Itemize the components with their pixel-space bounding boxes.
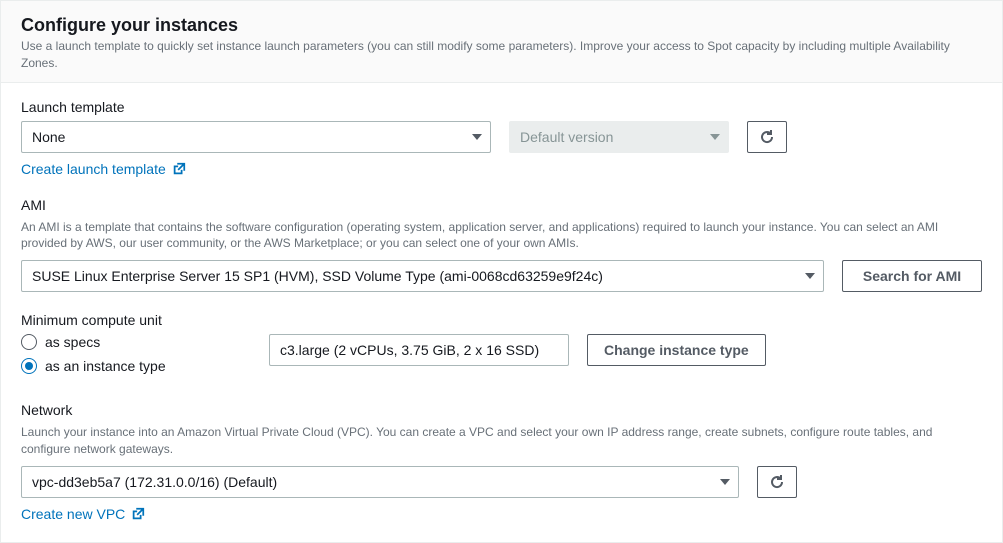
ami-description: An AMI is a template that contains the s… — [21, 219, 982, 253]
radio-icon-checked — [21, 358, 37, 374]
launch-template-section: Launch template None Default version — [21, 99, 982, 177]
radio-as-instance-label: as an instance type — [45, 358, 166, 374]
refresh-launch-template-button[interactable] — [747, 121, 787, 153]
create-launch-template-link[interactable]: Create launch template — [21, 161, 186, 177]
compute-label: Minimum compute unit — [21, 312, 982, 328]
search-ami-label: Search for AMI — [863, 268, 961, 284]
change-instance-type-label: Change instance type — [604, 342, 749, 358]
configure-instances-panel: Configure your instances Use a launch te… — [0, 0, 1003, 543]
panel-title: Configure your instances — [21, 15, 982, 36]
launch-template-value: None — [32, 129, 65, 145]
create-vpc-label: Create new VPC — [21, 506, 125, 522]
chevron-down-icon — [805, 273, 815, 279]
radio-icon — [21, 334, 37, 350]
network-description: Launch your instance into an Amazon Virt… — [21, 424, 982, 458]
network-value: vpc-dd3eb5a7 (172.31.0.0/16) (Default) — [32, 474, 277, 490]
compute-section: Minimum compute unit as specs as an inst… — [21, 312, 982, 382]
launch-template-select[interactable]: None — [21, 121, 491, 153]
network-section: Network Launch your instance into an Ama… — [21, 402, 982, 522]
instance-type-display: c3.large (2 vCPUs, 3.75 GiB, 2 x 16 SSD) — [269, 334, 569, 366]
chevron-down-icon — [710, 134, 720, 140]
compute-radio-group: as specs as an instance type — [21, 334, 251, 382]
launch-template-version-placeholder: Default version — [520, 129, 613, 145]
radio-as-specs-label: as specs — [45, 334, 100, 350]
refresh-icon — [769, 474, 785, 490]
network-row: vpc-dd3eb5a7 (172.31.0.0/16) (Default) — [21, 466, 982, 498]
search-ami-button[interactable]: Search for AMI — [842, 260, 982, 292]
ami-select[interactable]: SUSE Linux Enterprise Server 15 SP1 (HVM… — [21, 260, 824, 292]
ami-label: AMI — [21, 197, 982, 213]
external-link-icon — [131, 507, 145, 521]
chevron-down-icon — [472, 134, 482, 140]
panel-header: Configure your instances Use a launch te… — [1, 1, 1002, 83]
ami-row: SUSE Linux Enterprise Server 15 SP1 (HVM… — [21, 260, 982, 292]
instance-type-value: c3.large (2 vCPUs, 3.75 GiB, 2 x 16 SSD) — [280, 342, 539, 358]
compute-row: as specs as an instance type c3.large (2… — [21, 334, 982, 382]
panel-body: Launch template None Default version — [1, 83, 1002, 542]
panel-description: Use a launch template to quickly set ins… — [21, 38, 982, 72]
refresh-network-button[interactable] — [757, 466, 797, 498]
create-vpc-link[interactable]: Create new VPC — [21, 506, 145, 522]
launch-template-label: Launch template — [21, 99, 982, 115]
launch-template-version-select: Default version — [509, 121, 729, 153]
refresh-icon — [759, 129, 775, 145]
radio-as-specs[interactable]: as specs — [21, 334, 251, 350]
network-label: Network — [21, 402, 982, 418]
radio-as-instance-type[interactable]: as an instance type — [21, 358, 251, 374]
ami-section: AMI An AMI is a template that contains t… — [21, 197, 982, 293]
ami-value: SUSE Linux Enterprise Server 15 SP1 (HVM… — [32, 268, 603, 284]
chevron-down-icon — [720, 479, 730, 485]
change-instance-type-button[interactable]: Change instance type — [587, 334, 766, 366]
network-select[interactable]: vpc-dd3eb5a7 (172.31.0.0/16) (Default) — [21, 466, 739, 498]
external-link-icon — [172, 162, 186, 176]
create-launch-template-label: Create launch template — [21, 161, 166, 177]
launch-template-row: None Default version — [21, 121, 982, 153]
